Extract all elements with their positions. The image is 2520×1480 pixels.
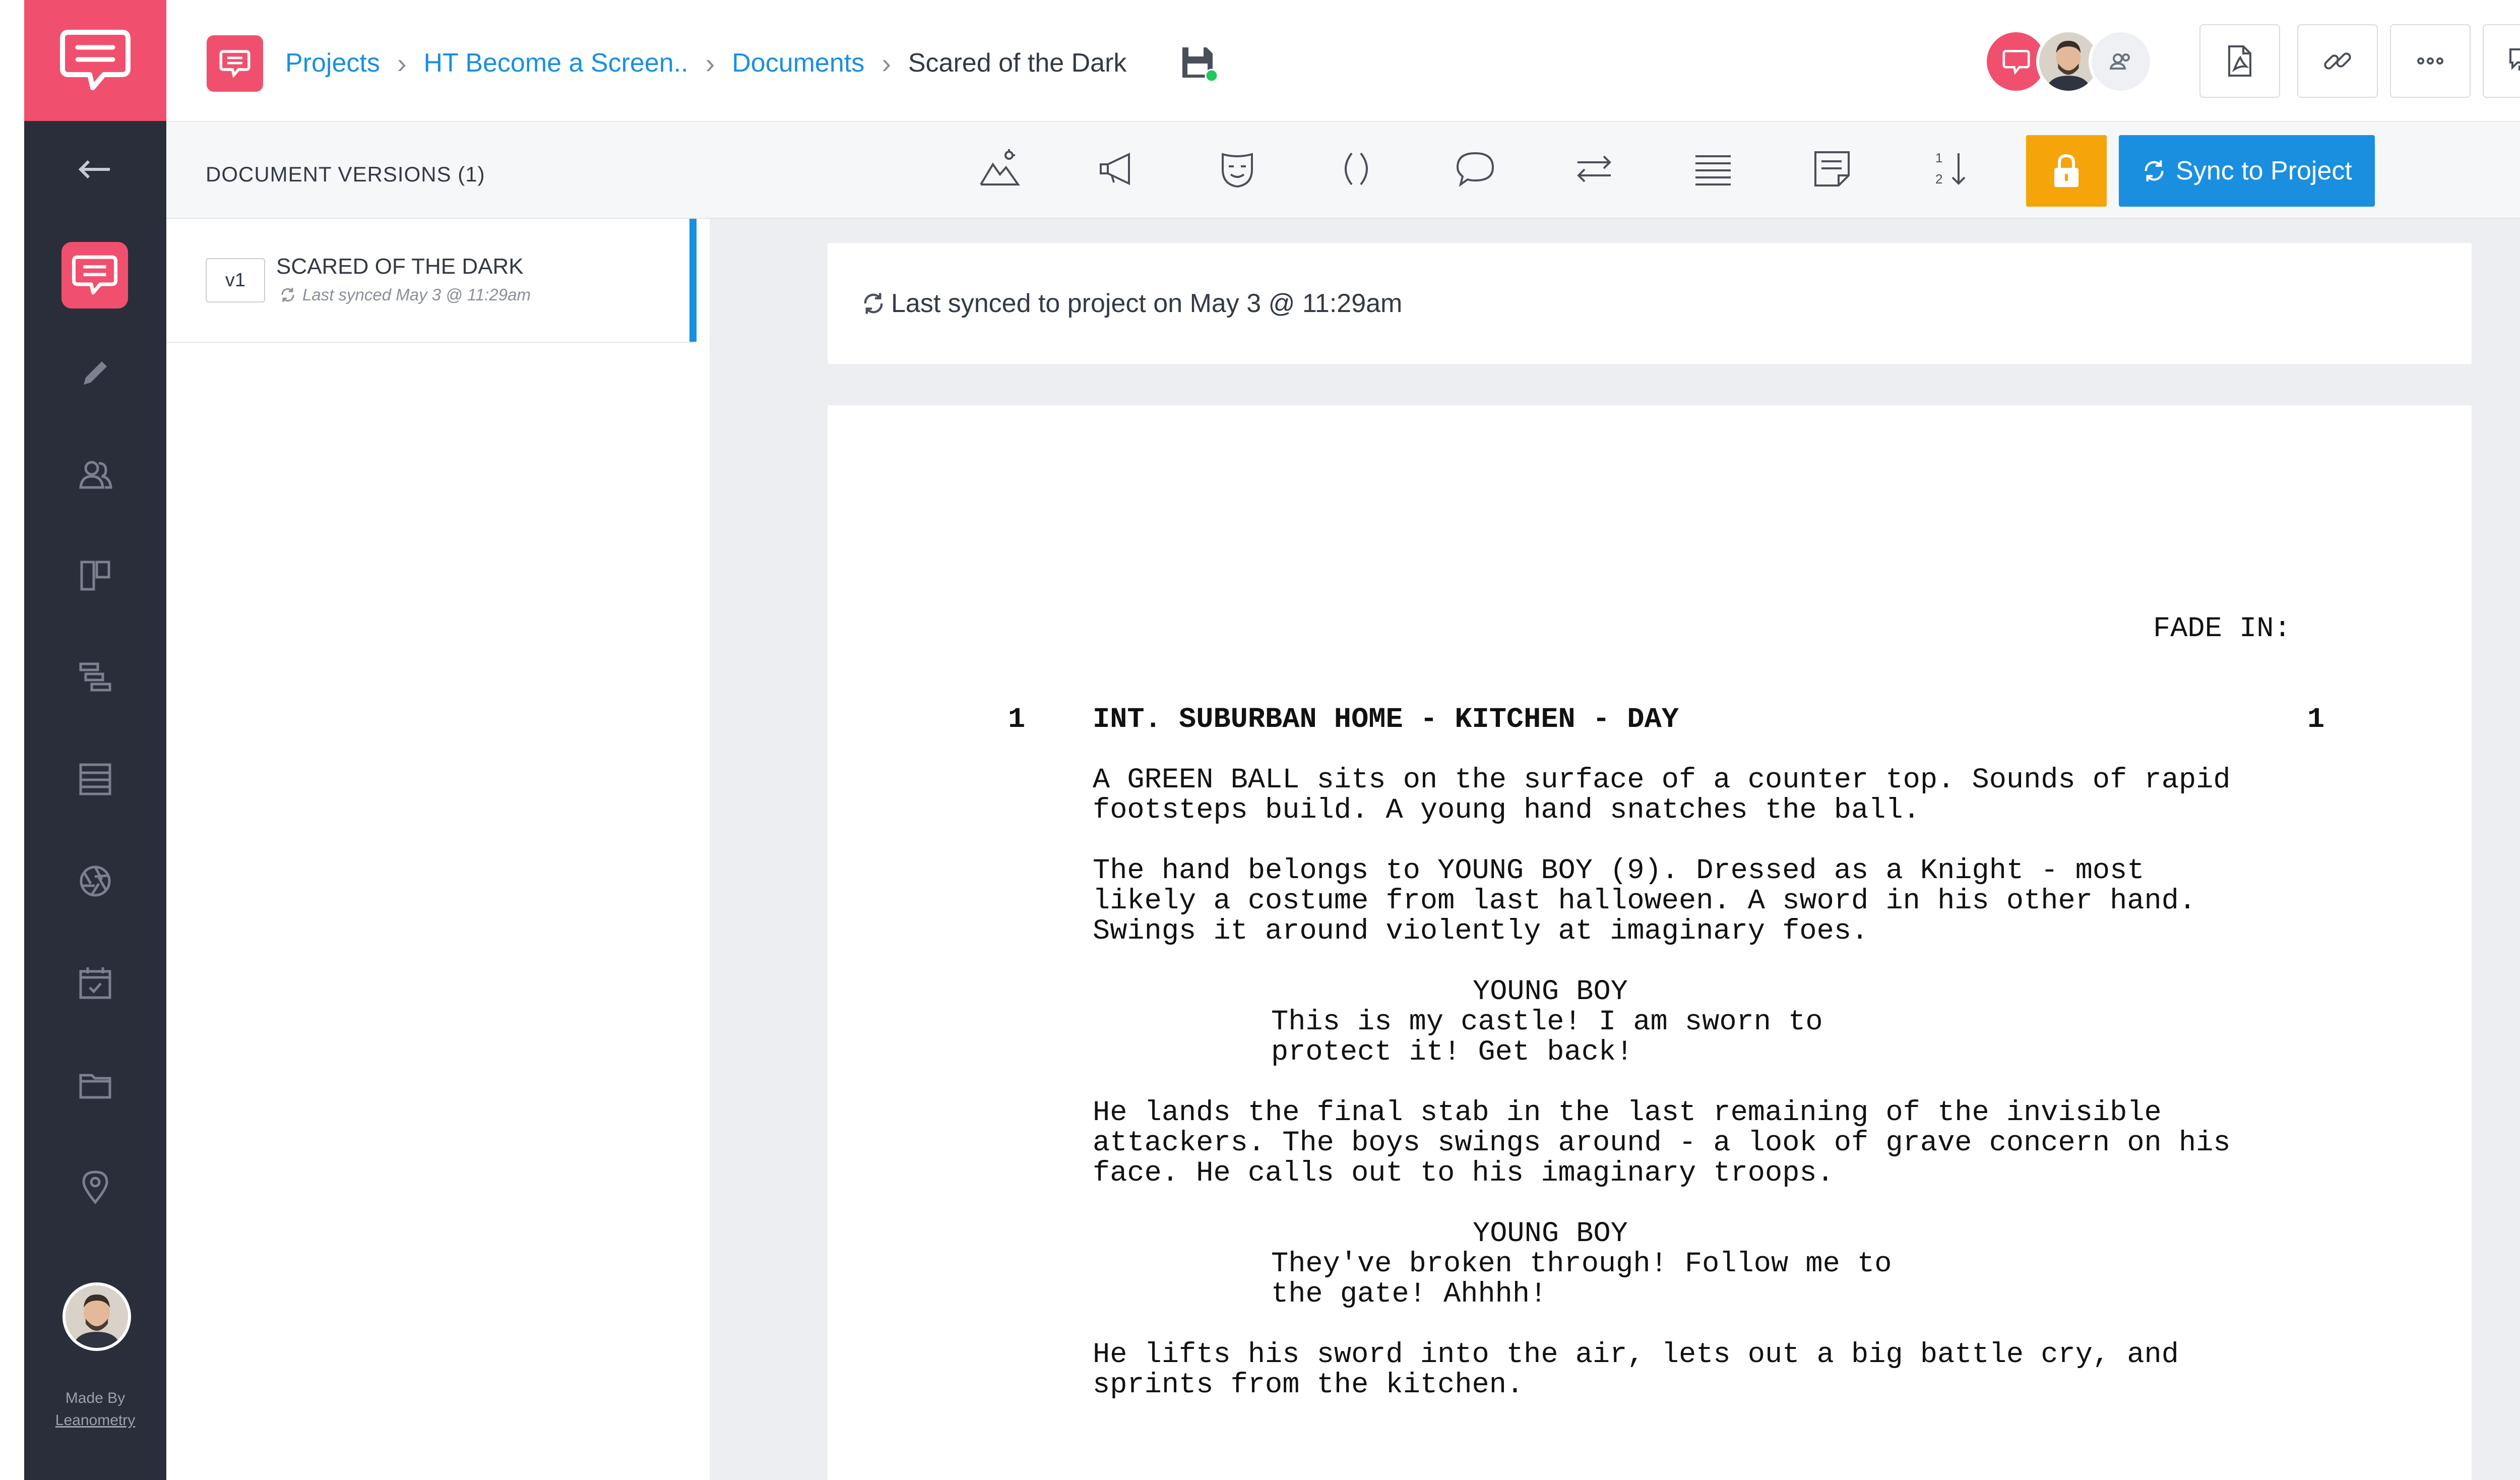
lock-icon: [2054, 154, 2078, 187]
svg-text:1: 1: [1935, 150, 1942, 165]
version-item-selected-bar: [689, 219, 697, 342]
comments-button[interactable]: [2483, 24, 2520, 98]
sync-icon: [2145, 160, 2164, 181]
speech-bubble-logo-icon: [60, 30, 131, 90]
made-by-link[interactable]: Leanometry: [24, 1409, 166, 1432]
chevron-right-icon: ›: [881, 47, 891, 79]
timeline-icon[interactable]: [24, 647, 166, 708]
sync-button-label: Sync to Project: [2176, 156, 2352, 186]
link-button[interactable]: [2297, 24, 2378, 98]
sync-icon: [864, 293, 883, 314]
scene-heading[interactable]: INT. SUBURBAN HOME - KITCHEN - DAY: [1093, 705, 1679, 735]
app-logo[interactable]: [24, 0, 166, 121]
scene-mountain-icon[interactable]: [972, 141, 1027, 197]
action-block[interactable]: The hand belongs to YOUNG BOY (9). Dress…: [1093, 856, 2196, 947]
aperture-icon[interactable]: [24, 851, 166, 911]
more-options-button[interactable]: [2390, 24, 2471, 98]
scene-number-right: 1: [2307, 704, 2325, 736]
pdf-export-button[interactable]: [2199, 24, 2280, 98]
version-sync-info: Last synced May 3 @ 11:29am: [279, 285, 531, 304]
sync-status-card: Last synced to project on May 3 @ 11:29a…: [828, 243, 2472, 364]
link-icon: [2324, 52, 2351, 70]
breadcrumb-current: Scared of the Dark: [908, 48, 1127, 78]
users-icon[interactable]: [24, 445, 166, 505]
more-icon: [2417, 57, 2443, 65]
board-icon[interactable]: [24, 545, 166, 606]
breadcrumb: Projects › HT Become a Screen.. › Docume…: [285, 40, 1126, 86]
breadcrumb-documents[interactable]: Documents: [732, 48, 864, 78]
made-by-credit: Made By Leanometry: [24, 1387, 166, 1432]
dialogue-block[interactable]: They've broken through! Follow me to the…: [1271, 1249, 1892, 1310]
megaphone-icon[interactable]: [1091, 141, 1146, 197]
note-icon[interactable]: [1804, 141, 1860, 197]
version-name: SCARED OF THE DARK: [276, 254, 524, 279]
sync-status-text: Last synced to project on May 3 @ 11:29a…: [891, 289, 1403, 318]
breadcrumb-project[interactable]: HT Become a Screen..: [424, 48, 688, 78]
mask-icon[interactable]: [1210, 141, 1265, 197]
sync-to-project-button[interactable]: Sync to Project: [2119, 135, 2375, 207]
parenthetical-icon[interactable]: [1329, 141, 1384, 197]
action-block[interactable]: A GREEN BALL sits on the surface of a co…: [1093, 765, 2231, 826]
action-lines-icon[interactable]: [1685, 141, 1741, 197]
made-by-label: Made By: [65, 1390, 125, 1406]
version-badge: v1: [206, 258, 265, 302]
calendar-icon[interactable]: [24, 953, 166, 1013]
action-block[interactable]: He lifts his sword into the air, lets ou…: [1093, 1340, 2179, 1400]
project-speech-bubble-icon[interactable]: [207, 35, 263, 92]
version-sync-text: Last synced May 3 @ 11:29am: [302, 285, 531, 304]
back-arrow-icon[interactable]: [24, 139, 166, 200]
transition-icon[interactable]: [1566, 141, 1622, 197]
pencil-icon[interactable]: [24, 343, 166, 403]
comments-icon: [2509, 48, 2520, 71]
pdf-export-icon: [2228, 45, 2251, 77]
dialogue-bubble-icon[interactable]: [1447, 141, 1503, 197]
dialogue-block[interactable]: This is my castle! I am sworn to protect…: [1271, 1007, 1823, 1068]
scene-number-left: 1: [1008, 704, 1026, 736]
lock-button[interactable]: [2026, 135, 2107, 207]
transition-fade-in[interactable]: FADE IN:: [2153, 614, 2291, 644]
save-status-icon[interactable]: [1179, 44, 1219, 83]
speech-bubble-icon[interactable]: [61, 242, 128, 309]
chevron-right-icon: ›: [397, 47, 407, 79]
character-name[interactable]: YOUNG BOY: [1473, 977, 1628, 1007]
list-icon[interactable]: [24, 749, 166, 810]
versions-title: DOCUMENT VERSIONS (1): [206, 162, 485, 186]
scene-numbering-icon[interactable]: 12: [1923, 141, 1979, 197]
sync-icon: [281, 288, 294, 302]
user-avatar[interactable]: [62, 1282, 131, 1351]
action-block[interactable]: He lands the final stab in the last rema…: [1093, 1098, 2231, 1189]
left-nav: [24, 0, 166, 1480]
breadcrumb-projects[interactable]: Projects: [285, 48, 380, 78]
chevron-right-icon: ›: [705, 47, 715, 79]
location-pin-icon[interactable]: [24, 1156, 166, 1217]
folder-icon[interactable]: [24, 1055, 166, 1115]
team-members-icon[interactable]: [2089, 29, 2153, 94]
character-name[interactable]: YOUNG BOY: [1473, 1219, 1628, 1249]
svg-text:2: 2: [1935, 171, 1942, 187]
